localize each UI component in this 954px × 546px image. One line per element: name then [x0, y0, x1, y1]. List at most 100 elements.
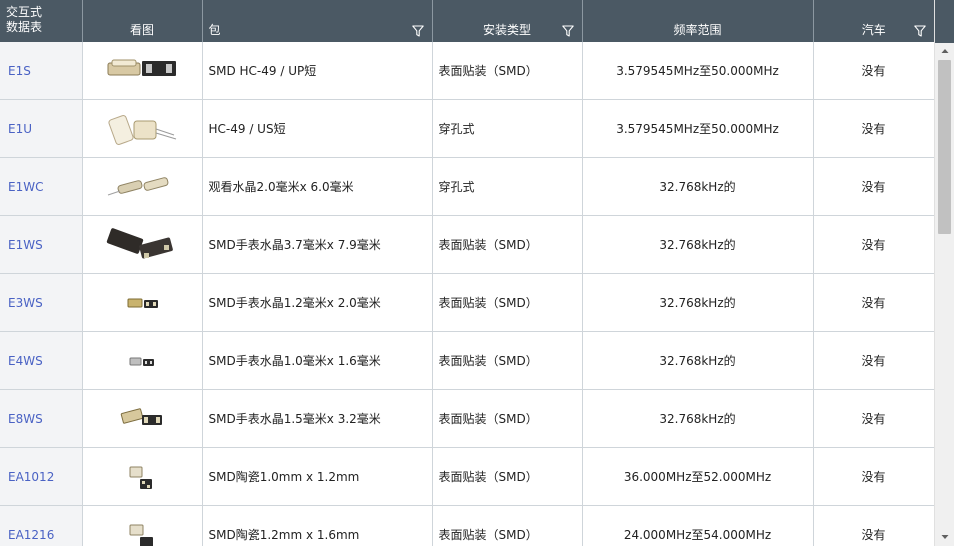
- crystal-product-image[interactable]: [100, 399, 184, 439]
- part-number-cell[interactable]: E8WS: [0, 389, 83, 448]
- column-header-view[interactable]: 看图: [82, 0, 203, 42]
- part-number-link[interactable]: E4WS: [8, 354, 43, 368]
- frequency-cell: 32.768kHz的: [582, 157, 814, 216]
- filter-icon[interactable]: [914, 25, 926, 37]
- package-cell: SMD陶瓷1.0mm x 1.2mm: [202, 447, 433, 506]
- part-number-link[interactable]: E1U: [8, 122, 32, 136]
- frequency-cell: 36.000MHz至52.000MHz: [582, 447, 814, 506]
- package-cell: SMD陶瓷1.2mm x 1.6mm: [202, 505, 433, 546]
- mount-type-cell: 表面贴装（SMD）: [432, 331, 583, 390]
- vertical-scrollbar[interactable]: [934, 0, 954, 546]
- part-number-cell[interactable]: E1WS: [0, 215, 83, 274]
- header-label-mount-type: 安装类型: [482, 23, 531, 37]
- part-number-link[interactable]: E3WS: [8, 296, 43, 310]
- scrollbar-thumb[interactable]: [938, 60, 951, 234]
- header-label-package: 包: [208, 23, 221, 37]
- automotive-cell: 没有: [813, 273, 934, 332]
- crystal-product-image[interactable]: [100, 225, 184, 265]
- mount-type-cell: 穿孔式: [432, 157, 583, 216]
- frequency-cell: 32.768kHz的: [582, 273, 814, 332]
- header-label-view: 看图: [129, 23, 154, 37]
- part-number-link[interactable]: E1WC: [8, 180, 43, 194]
- column-header-mount-type[interactable]: 安装类型: [432, 0, 583, 42]
- mount-type-cell: 表面贴装（SMD）: [432, 505, 583, 546]
- filter-icon[interactable]: [411, 25, 424, 37]
- package-cell: 观看水晶2.0毫米x 6.0毫米: [202, 157, 433, 216]
- part-number-cell[interactable]: E1U: [0, 99, 83, 158]
- table-row: E8WS SMD手表水晶1.5毫米x 3.2毫米 表面贴装（SMD） 32.768kH…: [0, 389, 934, 448]
- part-number-cell[interactable]: E4WS: [0, 331, 83, 390]
- product-image-cell[interactable]: [82, 157, 203, 216]
- frequency-cell: 24.000MHz至54.000MHz: [582, 505, 814, 546]
- part-number-cell[interactable]: EA1012: [0, 447, 83, 506]
- column-header-interactive: 交互式 数据表: [0, 0, 83, 42]
- table-row: E1U HC-49 / US短 穿孔式 3.579545MHz至50.000MHz 没有: [0, 99, 934, 158]
- frequency-cell: 32.768kHz的: [582, 331, 814, 390]
- product-image-cell[interactable]: [82, 99, 203, 158]
- frequency-cell: 3.579545MHz至50.000MHz: [582, 42, 814, 100]
- package-cell: SMD手表水晶1.5毫米x 3.2毫米: [202, 389, 433, 448]
- product-image-cell[interactable]: [82, 447, 203, 506]
- mount-type-cell: 表面贴装（SMD）: [432, 215, 583, 274]
- package-cell: SMD手表水晶1.2毫米x 2.0毫米: [202, 273, 433, 332]
- crystal-product-image[interactable]: [100, 51, 184, 91]
- automotive-cell: 没有: [813, 42, 934, 100]
- crystal-product-image[interactable]: [100, 167, 184, 207]
- header-row: 交互式 数据表 看图 包 安装类型 频率范围 汽车: [0, 0, 934, 42]
- product-image-cell[interactable]: [82, 273, 203, 332]
- frequency-cell: 32.768kHz的: [582, 389, 814, 448]
- automotive-cell: 没有: [813, 215, 934, 274]
- crystal-product-image[interactable]: [100, 109, 184, 149]
- mount-type-cell: 表面贴装（SMD）: [432, 273, 583, 332]
- part-number-cell[interactable]: E1WC: [0, 157, 83, 216]
- frequency-cell: 32.768kHz的: [582, 215, 814, 274]
- interactive-datasheet-table: 交互式 数据表 看图 包 安装类型 频率范围 汽车 E1S SMD HC-49 …: [0, 0, 934, 546]
- table-row: E4WS SMD手表水晶1.0毫米x 1.6毫米 表面贴装（SMD） 32.768kH…: [0, 331, 934, 390]
- scroll-up-arrow-icon[interactable]: [935, 44, 954, 58]
- part-number-link[interactable]: E1S: [8, 64, 31, 78]
- automotive-cell: 没有: [813, 505, 934, 546]
- header-label-line2: 数据表: [6, 20, 43, 34]
- product-image-cell[interactable]: [82, 389, 203, 448]
- automotive-cell: 没有: [813, 389, 934, 448]
- column-header-automotive[interactable]: 汽车: [813, 0, 934, 42]
- table-row: EA1012 SMD陶瓷1.0mm x 1.2mm 表面贴装（SMD） 36.000M…: [0, 447, 934, 506]
- header-label-frequency: 频率范围: [673, 23, 722, 37]
- crystal-product-image[interactable]: [100, 283, 184, 323]
- mount-type-cell: 表面贴装（SMD）: [432, 389, 583, 448]
- package-cell: SMD手表水晶3.7毫米x 7.9毫米: [202, 215, 433, 274]
- header-label-line1: 交互式: [6, 5, 43, 19]
- mount-type-cell: 表面贴装（SMD）: [432, 42, 583, 100]
- column-header-frequency[interactable]: 频率范围: [582, 0, 814, 42]
- crystal-product-image[interactable]: [100, 515, 184, 546]
- mount-type-cell: 表面贴装（SMD）: [432, 447, 583, 506]
- part-number-link[interactable]: E8WS: [8, 412, 43, 426]
- product-image-cell[interactable]: [82, 42, 203, 100]
- table-row: E1WC 观看水晶2.0毫米x 6.0毫米 穿孔式 32.768kHz的 没有: [0, 157, 934, 216]
- part-number-cell[interactable]: E3WS: [0, 273, 83, 332]
- automotive-cell: 没有: [813, 157, 934, 216]
- part-number-cell[interactable]: E1S: [0, 42, 83, 100]
- scroll-down-arrow-icon[interactable]: [935, 530, 954, 544]
- part-number-link[interactable]: EA1216: [8, 528, 54, 542]
- table-row: E3WS SMD手表水晶1.2毫米x 2.0毫米 表面贴装（SMD） 32.768kH…: [0, 273, 934, 332]
- package-cell: SMD手表水晶1.0毫米x 1.6毫米: [202, 331, 433, 390]
- table-row: EA1216 SMD陶瓷1.2mm x 1.6mm 表面贴装（SMD） 24.000M…: [0, 505, 934, 546]
- part-number-cell[interactable]: EA1216: [0, 505, 83, 546]
- crystal-product-image[interactable]: [100, 457, 184, 497]
- part-number-link[interactable]: EA1012: [8, 470, 54, 484]
- product-image-cell[interactable]: [82, 505, 203, 546]
- automotive-cell: 没有: [813, 447, 934, 506]
- scrollbar-header-spacer: [935, 0, 954, 43]
- table-row: E1S SMD HC-49 / UP短 表面贴装（SMD） 3.579545MHz至5…: [0, 42, 934, 100]
- frequency-cell: 3.579545MHz至50.000MHz: [582, 99, 814, 158]
- column-header-package[interactable]: 包: [202, 0, 433, 42]
- crystal-product-image[interactable]: [100, 341, 184, 381]
- part-number-link[interactable]: E1WS: [8, 238, 43, 252]
- table-row: E1WS SMD手表水晶3.7毫米x 7.9毫米 表面贴装（SMD） 32.768kH…: [0, 215, 934, 274]
- package-cell: HC-49 / US短: [202, 99, 433, 158]
- automotive-cell: 没有: [813, 99, 934, 158]
- product-image-cell[interactable]: [82, 331, 203, 390]
- product-image-cell[interactable]: [82, 215, 203, 274]
- filter-icon[interactable]: [561, 25, 574, 37]
